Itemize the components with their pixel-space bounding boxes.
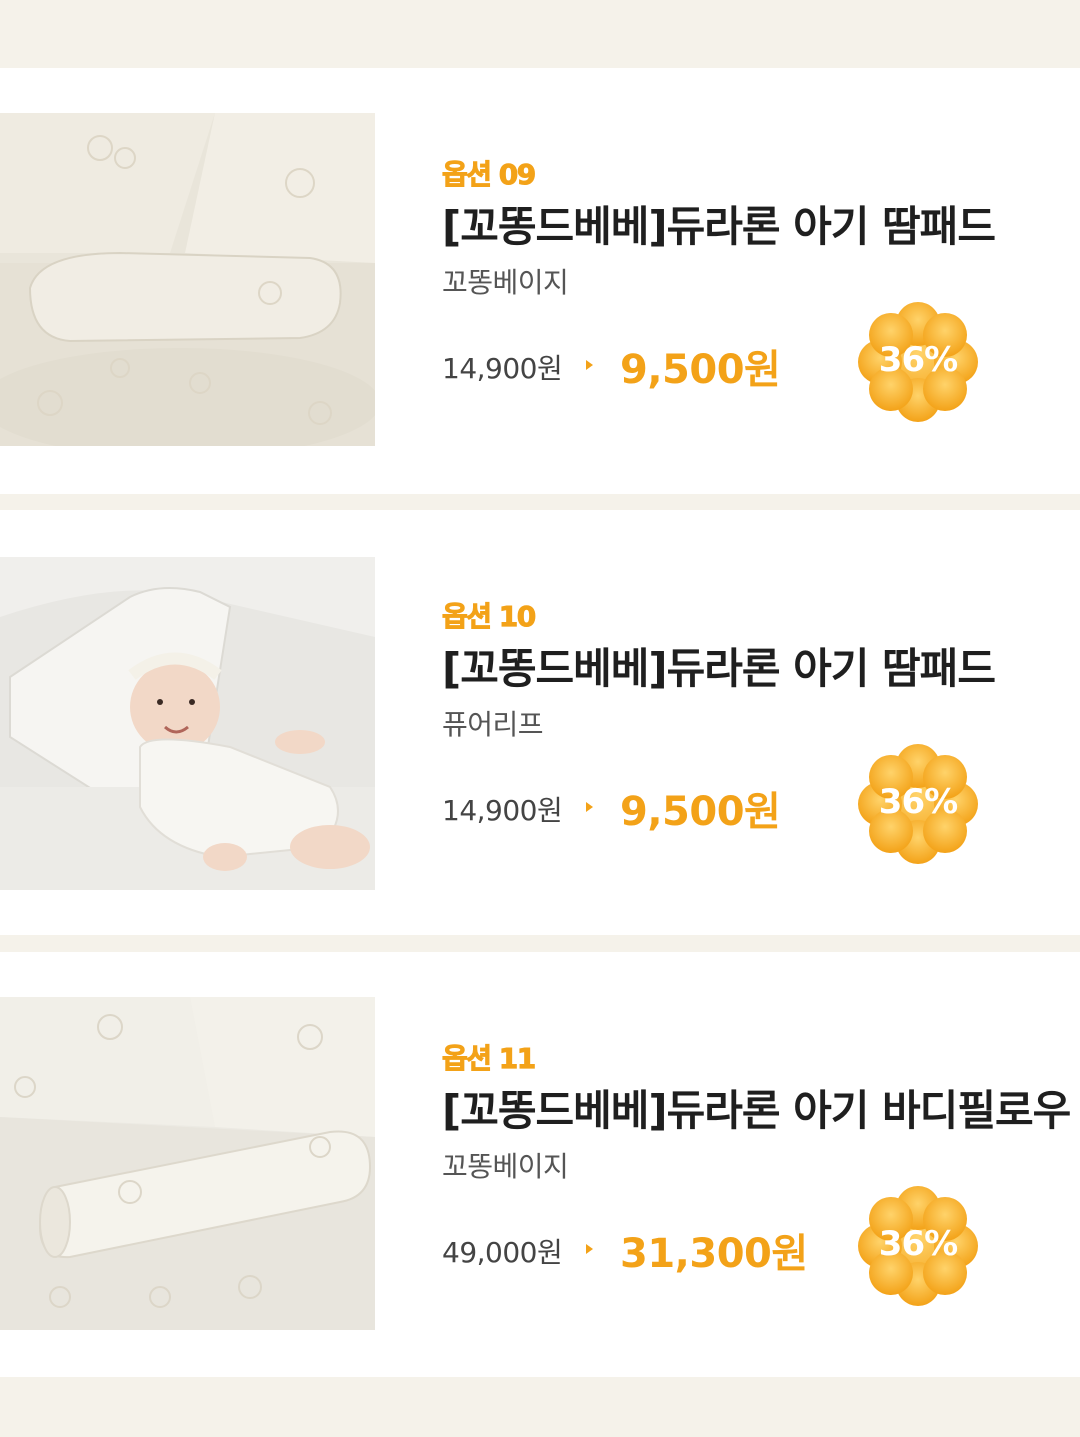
product-info: 옵션 09 [꼬똥드베베]듀라론 아기 땀패드 꼬똥베이지 14,900원 9,…: [442, 153, 1062, 443]
product-title[interactable]: [꼬똥드베베]듀라론 아기 땀패드: [442, 193, 996, 254]
discount-text: 36%: [878, 782, 958, 822]
product-card[interactable]: 옵션 11 [꼬똥드베베]듀라론 아기 바디필로우 꼬똥베이지 49,000원 …: [0, 952, 1080, 1377]
arrow-right-icon: [586, 802, 593, 812]
discount-text: 36%: [878, 340, 958, 380]
discount-badge: 36%: [856, 742, 980, 866]
option-label: 옵션 09: [442, 158, 537, 192]
discount-badge: 36%: [856, 1184, 980, 1308]
arrow-right-icon: [586, 1244, 593, 1254]
product-image-body-pillow[interactable]: [0, 997, 375, 1330]
original-price: 14,900원: [442, 794, 563, 827]
discount-badge: 36%: [856, 300, 980, 424]
sale-price: 9,500원: [620, 347, 781, 393]
product-title[interactable]: [꼬똥드베베]듀라론 아기 바디필로우: [442, 1077, 1071, 1138]
product-info: 옵션 11 [꼬똥드베베]듀라론 아기 바디필로우 꼬똥베이지 49,000원 …: [442, 1037, 1072, 1327]
option-label: 옵션 11: [442, 1042, 537, 1076]
product-variant: 꼬똥베이지: [442, 1150, 569, 1183]
option-label: 옵션 10: [442, 600, 537, 634]
product-card[interactable]: 옵션 09 [꼬똥드베베]듀라론 아기 땀패드 꼬똥베이지 14,900원 9,…: [0, 68, 1080, 494]
original-price: 49,000원: [442, 1236, 563, 1269]
product-card[interactable]: 옵션 10 [꼬똥드베베]듀라론 아기 땀패드 퓨어리프 14,900원 9,5…: [0, 510, 1080, 935]
product-variant: 퓨어리프: [442, 708, 544, 741]
product-image-baby-pad[interactable]: [0, 557, 375, 890]
product-variant: 꼬똥베이지: [442, 266, 569, 299]
original-price: 14,900원: [442, 352, 563, 385]
product-image-pad-pillow[interactable]: [0, 113, 375, 446]
discount-text: 36%: [878, 1224, 958, 1264]
arrow-right-icon: [586, 360, 593, 370]
product-title[interactable]: [꼬똥드베베]듀라론 아기 땀패드: [442, 635, 996, 696]
product-info: 옵션 10 [꼬똥드베베]듀라론 아기 땀패드 퓨어리프 14,900원 9,5…: [442, 595, 1062, 885]
sale-price: 9,500원: [620, 789, 781, 835]
sale-price: 31,300원: [620, 1231, 808, 1277]
